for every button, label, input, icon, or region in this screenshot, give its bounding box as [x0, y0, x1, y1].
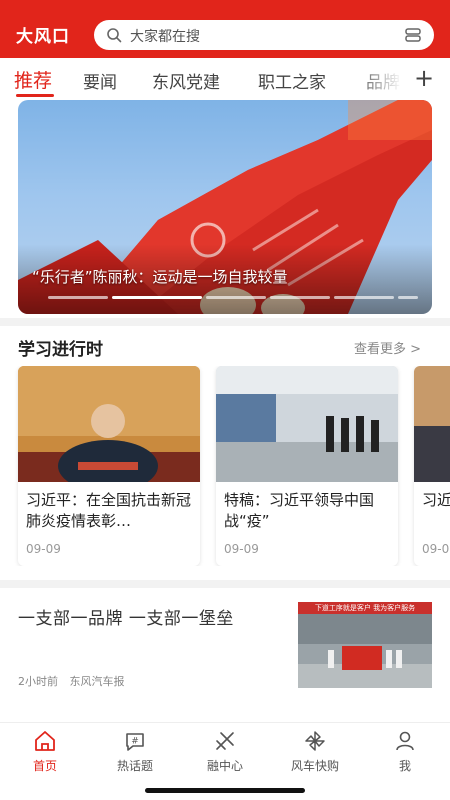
nav-media-center[interactable]: 融中心 — [180, 729, 270, 774]
news-thumbnail: 下道工序就是客户 我为客户服务 — [298, 602, 432, 688]
card-date: 09-0 — [422, 542, 450, 556]
view-more-link[interactable]: 查看更多 > — [354, 338, 421, 357]
nav-label: 风车快购 — [290, 759, 339, 773]
carousel-dot[interactable] — [334, 296, 394, 299]
card-thumbnail — [18, 366, 200, 482]
tab-staff-home[interactable]: 职工之家 — [258, 68, 326, 93]
news-meta: 2小时前 东风汽车报 — [18, 673, 133, 689]
channel-tabs: 推荐 要闻 东风党建 职工之家 品牌 + — [0, 58, 450, 100]
carousel-dot[interactable] — [398, 296, 418, 299]
study-card[interactable]: 习近平72周 09-0 — [414, 366, 450, 566]
home-indicator — [145, 788, 305, 793]
tab-recommend[interactable]: 推荐 — [14, 66, 52, 93]
card-title: 习近平72周 — [422, 491, 450, 509]
search-icon — [107, 28, 122, 43]
home-icon — [35, 731, 55, 751]
active-tab-indicator — [16, 94, 54, 97]
nav-home[interactable]: 首页 — [0, 729, 90, 774]
tab-party-building[interactable]: 东风党建 — [152, 68, 220, 93]
tab-fade — [352, 58, 402, 100]
svg-text:#: # — [131, 737, 139, 747]
news-thumbnail-image — [298, 602, 432, 688]
app-header: 大风口 大家都在搜 — [0, 0, 450, 58]
news-source: 东风汽车报 — [69, 675, 125, 688]
carousel-dot[interactable] — [48, 296, 108, 299]
nav-profile[interactable]: 我 — [360, 729, 450, 774]
hero-banner[interactable]: “乐行者”陈丽秋：运动是一场自我较量 — [18, 100, 432, 314]
nav-pinwheel-shop[interactable]: 风车快购 — [270, 729, 360, 774]
nav-label: 首页 — [32, 759, 57, 773]
media-center-icon — [216, 732, 234, 750]
study-card[interactable]: 习近平：在全国抗击新冠肺炎疫情表彰… 09-09 — [18, 366, 200, 566]
card-thumbnail — [216, 366, 398, 482]
search-placeholder: 大家都在搜 — [130, 29, 200, 45]
study-card[interactable]: 特稿：习近平领导中国战“疫” 09-09 — [216, 366, 398, 566]
carousel-dot[interactable] — [270, 296, 330, 299]
nav-label: 热话题 — [116, 759, 153, 773]
card-title: 特稿：习近平领导中国战“疫” — [224, 491, 375, 530]
carousel-dot-active[interactable] — [112, 296, 202, 299]
search-bar[interactable]: 大家都在搜 — [94, 20, 434, 50]
section-divider — [0, 318, 450, 326]
add-channel-button[interactable]: + — [410, 64, 438, 92]
nav-label: 我 — [398, 759, 411, 773]
card-date: 09-09 — [26, 542, 61, 556]
news-time: 2小时前 — [18, 675, 58, 688]
card-thumbnail — [414, 366, 450, 482]
news-thumb-caption: 下道工序就是客户 我为客户服务 — [314, 604, 416, 612]
section-title: 学习进行时 — [18, 340, 103, 360]
carousel-indicators — [48, 296, 418, 300]
banner-caption: “乐行者”陈丽秋：运动是一场自我较量 — [32, 268, 288, 286]
app-brand: 大风口 — [16, 27, 70, 47]
study-card-list: 习近平：在全国抗击新冠肺炎疫情表彰… 09-09 特稿：习近平领导中国战“疫” … — [0, 366, 450, 566]
scan-icon[interactable] — [404, 26, 422, 44]
pinwheel-icon — [305, 731, 325, 751]
nav-label: 融中心 — [206, 759, 243, 773]
carousel-dot[interactable] — [206, 296, 266, 299]
profile-icon — [396, 731, 414, 751]
tab-headlines[interactable]: 要闻 — [83, 68, 117, 93]
card-title: 习近平：在全国抗击新冠肺炎疫情表彰… — [26, 491, 192, 530]
hot-topic-icon: # — [126, 733, 144, 751]
nav-hot-topics[interactable]: # 热话题 — [90, 729, 180, 774]
news-title: 一支部一品牌 一支部一堡垒 — [18, 609, 234, 629]
card-date: 09-09 — [224, 542, 259, 556]
section-divider — [0, 580, 450, 588]
